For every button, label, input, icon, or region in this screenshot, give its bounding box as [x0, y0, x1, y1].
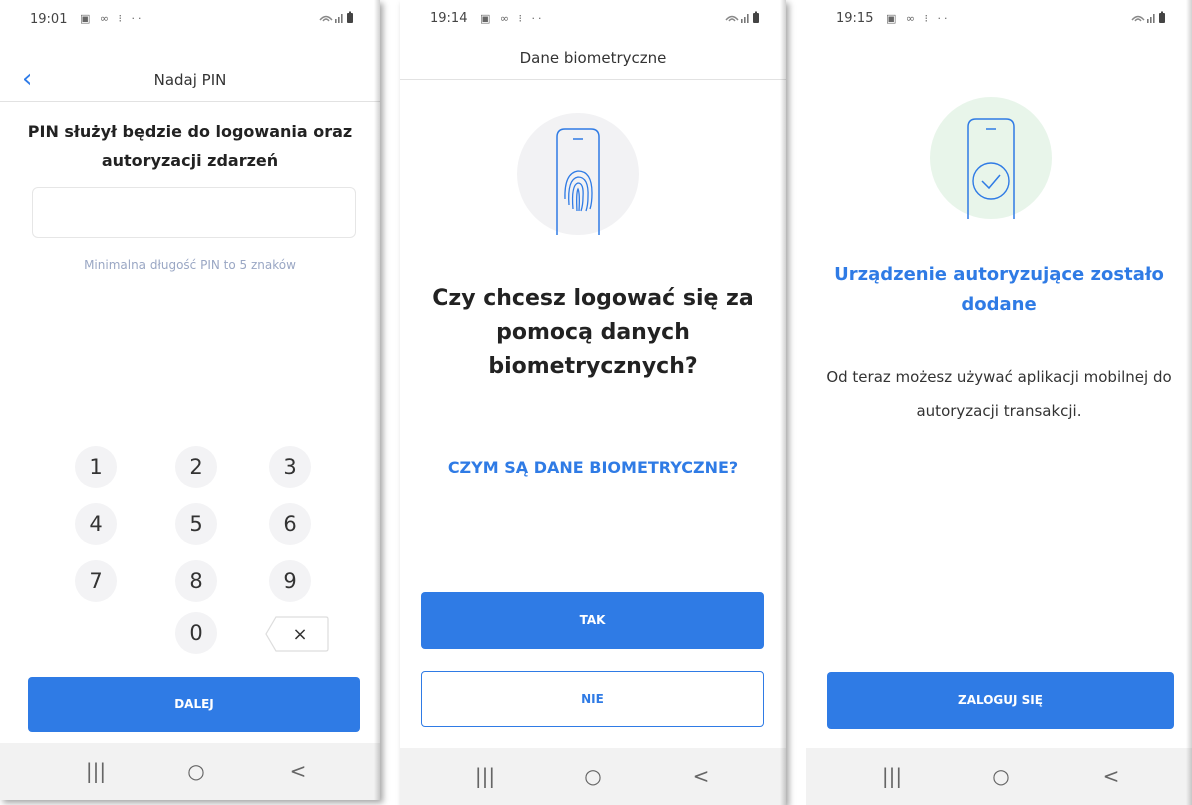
pin-setup-screen: 19:01 ▣ ∞ ⁝ ·· ‹ Nadaj PIN PIN służył bę… [0, 0, 380, 800]
nav-back-icon[interactable]: < [681, 748, 721, 805]
status-bar: 19:14 ▣ ∞ ⁝ ·· [400, 0, 786, 34]
check-phone-icon [967, 118, 1015, 219]
next-button[interactable]: DALEJ [28, 677, 360, 732]
android-nav-bar: ||| ○ < [0, 743, 380, 800]
login-button[interactable]: ZALOGUJ SIĘ [827, 672, 1174, 729]
keypad-key-1[interactable]: 1 [75, 446, 117, 488]
page-title: Dane biometryczne [519, 49, 667, 67]
status-time: 19:15 [836, 11, 874, 26]
home-icon[interactable]: ○ [176, 743, 216, 800]
keypad-key-7[interactable]: 7 [75, 560, 117, 602]
keypad-key-6[interactable]: 6 [269, 503, 311, 545]
keypad-key-9[interactable]: 9 [269, 560, 311, 602]
home-icon[interactable]: ○ [981, 748, 1021, 805]
success-illustration [930, 97, 1052, 219]
success-message: Od teraz możesz używać aplikacji mobilne… [826, 368, 1172, 420]
fingerprint-phone-icon [556, 128, 600, 235]
fingerprint-illustration [517, 113, 639, 235]
biometrics-info-link[interactable]: CZYM SĄ DANE BIOMETRYCZNE? [440, 455, 746, 480]
close-icon: × [292, 624, 307, 645]
app-header: Dane biometryczne [400, 36, 786, 80]
signal-battery-icon [318, 11, 358, 28]
status-bar: 19:01 ▣ ∞ ⁝ ·· [0, 0, 380, 34]
recent-apps-icon[interactable]: ||| [465, 748, 505, 805]
keypad-key-2[interactable]: 2 [175, 446, 217, 488]
home-icon[interactable]: ○ [573, 748, 613, 805]
backspace-key[interactable]: × [264, 614, 330, 654]
device-added-screen: 19:15 ▣ ∞ ⁝ ·· Urządzenie autoryzujące z… [806, 0, 1192, 805]
notification-icons: ▣ ∞ ⁝ ·· [480, 12, 545, 25]
no-button[interactable]: NIE [421, 671, 764, 727]
keypad-key-5[interactable]: 5 [175, 503, 217, 545]
status-time: 19:01 [30, 12, 68, 27]
recent-apps-icon[interactable]: ||| [76, 743, 116, 800]
pin-heading: PIN służył będzie do logowania oraz auto… [27, 122, 353, 170]
notification-icons: ▣ ∞ ⁝ ·· [80, 12, 145, 25]
app-header: ‹ Nadaj PIN [0, 58, 380, 102]
signal-battery-icon [1130, 11, 1170, 28]
recent-apps-icon[interactable]: ||| [872, 748, 912, 805]
keypad-key-4[interactable]: 4 [75, 503, 117, 545]
status-time: 19:14 [430, 11, 468, 26]
signal-battery-icon [724, 11, 764, 28]
nav-back-icon[interactable]: < [1091, 748, 1131, 805]
android-nav-bar: ||| ○ < [806, 748, 1192, 805]
page-title: Nadaj PIN [153, 71, 227, 89]
keypad-key-8[interactable]: 8 [175, 560, 217, 602]
pin-input[interactable] [32, 187, 356, 238]
keypad-key-0[interactable]: 0 [175, 612, 217, 654]
pin-length-hint: Minimalna długość PIN to 5 znaków [84, 258, 296, 272]
biometrics-screen: 19:14 ▣ ∞ ⁝ ·· Dane biometryczne Czy chc… [400, 0, 786, 805]
keypad-key-3[interactable]: 3 [269, 446, 311, 488]
android-nav-bar: ||| ○ < [400, 748, 786, 805]
yes-button[interactable]: TAK [421, 592, 764, 649]
biometrics-question: Czy chcesz logować się za pomocą danych … [432, 286, 754, 379]
notification-icons: ▣ ∞ ⁝ ·· [886, 12, 951, 25]
success-title: Urządzenie autoryzujące zostało dodane [834, 264, 1164, 315]
nav-back-icon[interactable]: < [278, 743, 318, 800]
status-bar: 19:15 ▣ ∞ ⁝ ·· [806, 0, 1192, 34]
